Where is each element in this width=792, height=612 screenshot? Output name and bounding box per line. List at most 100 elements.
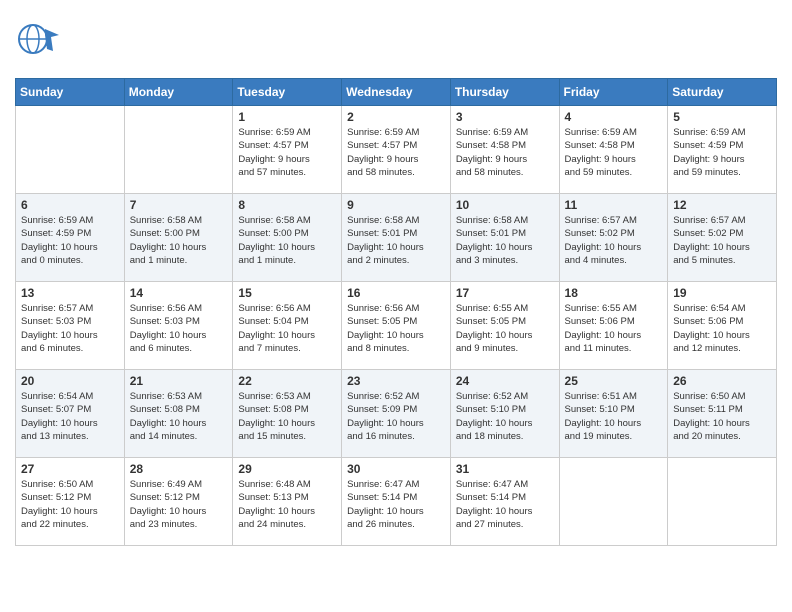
calendar-header-row: SundayMondayTuesdayWednesdayThursdayFrid… bbox=[16, 79, 777, 106]
calendar-day-cell: 22 Sunrise: 6:53 AMSunset: 5:08 PMDayligh… bbox=[233, 370, 342, 458]
calendar-day-cell: 13 Sunrise: 6:57 AMSunset: 5:03 PMDayligh… bbox=[16, 282, 125, 370]
calendar-day-cell: 7 Sunrise: 6:58 AMSunset: 5:00 PMDaylight… bbox=[124, 194, 233, 282]
calendar-day-cell: 28 Sunrise: 6:49 AMSunset: 5:12 PMDayligh… bbox=[124, 458, 233, 546]
logo-icon bbox=[15, 15, 63, 63]
calendar-day-cell: 25Sunrise: 6:51 AMSunset: 5:10 PMDayligh… bbox=[559, 370, 668, 458]
day-number: 31 bbox=[456, 462, 554, 476]
calendar-day-cell: 19 Sunrise: 6:54 AMSunset: 5:06 PMDayligh… bbox=[668, 282, 777, 370]
calendar-day-cell: 26 Sunrise: 6:50 AMSunset: 5:11 PMDayligh… bbox=[668, 370, 777, 458]
calendar-week-row: 6 Sunrise: 6:59 AMSunset: 4:59 PMDaylight… bbox=[16, 194, 777, 282]
day-number: 2 bbox=[347, 110, 445, 124]
day-info: Sunrise: 6:58 AMSunset: 5:00 PMDaylight:… bbox=[130, 214, 228, 267]
calendar-day-cell: 10 Sunrise: 6:58 AMSunset: 5:01 PMDayligh… bbox=[450, 194, 559, 282]
calendar-day-cell: 24 Sunrise: 6:52 AMSunset: 5:10 PMDayligh… bbox=[450, 370, 559, 458]
day-info: Sunrise: 6:59 AMSunset: 4:58 PMDaylight:… bbox=[565, 126, 663, 179]
calendar-day-cell: 11 Sunrise: 6:57 AMSunset: 5:02 PMDayligh… bbox=[559, 194, 668, 282]
day-number: 18 bbox=[565, 286, 663, 300]
calendar-day-cell: 1 Sunrise: 6:59 AMSunset: 4:57 PMDaylight… bbox=[233, 106, 342, 194]
calendar-table: SundayMondayTuesdayWednesdayThursdayFrid… bbox=[15, 78, 777, 546]
calendar-day-header: Thursday bbox=[450, 79, 559, 106]
day-number: 13 bbox=[21, 286, 119, 300]
day-number: 19 bbox=[673, 286, 771, 300]
day-number: 28 bbox=[130, 462, 228, 476]
day-info: Sunrise: 6:58 AMSunset: 5:01 PMDaylight:… bbox=[456, 214, 554, 267]
calendar-day-header: Wednesday bbox=[342, 79, 451, 106]
calendar-day-cell: 4Sunrise: 6:59 AMSunset: 4:58 PMDaylight… bbox=[559, 106, 668, 194]
calendar-day-cell: 31 Sunrise: 6:47 AMSunset: 5:14 PMDayligh… bbox=[450, 458, 559, 546]
calendar-day-cell: 27 Sunrise: 6:50 AMSunset: 5:12 PMDayligh… bbox=[16, 458, 125, 546]
day-number: 12 bbox=[673, 198, 771, 212]
calendar-day-cell: 21 Sunrise: 6:53 AMSunset: 5:08 PMDayligh… bbox=[124, 370, 233, 458]
day-number: 20 bbox=[21, 374, 119, 388]
calendar-day-header: Saturday bbox=[668, 79, 777, 106]
calendar-day-cell bbox=[559, 458, 668, 546]
day-info: Sunrise: 6:53 AMSunset: 5:08 PMDaylight:… bbox=[130, 390, 228, 443]
day-info: Sunrise: 6:50 AMSunset: 5:11 PMDaylight:… bbox=[673, 390, 771, 443]
day-info: Sunrise: 6:58 AMSunset: 5:00 PMDaylight:… bbox=[238, 214, 336, 267]
day-number: 29 bbox=[238, 462, 336, 476]
day-info: Sunrise: 6:49 AMSunset: 5:12 PMDaylight:… bbox=[130, 478, 228, 531]
calendar-day-cell bbox=[124, 106, 233, 194]
day-number: 14 bbox=[130, 286, 228, 300]
calendar-day-header: Friday bbox=[559, 79, 668, 106]
day-number: 11 bbox=[565, 198, 663, 212]
day-number: 9 bbox=[347, 198, 445, 212]
day-info: Sunrise: 6:59 AMSunset: 4:57 PMDaylight:… bbox=[238, 126, 336, 179]
calendar-day-cell: 5Sunrise: 6:59 AMSunset: 4:59 PMDaylight… bbox=[668, 106, 777, 194]
calendar-day-header: Tuesday bbox=[233, 79, 342, 106]
day-info: Sunrise: 6:54 AMSunset: 5:07 PMDaylight:… bbox=[21, 390, 119, 443]
day-info: Sunrise: 6:52 AMSunset: 5:10 PMDaylight:… bbox=[456, 390, 554, 443]
calendar-day-cell: 23Sunrise: 6:52 AMSunset: 5:09 PMDayligh… bbox=[342, 370, 451, 458]
day-number: 1 bbox=[238, 110, 336, 124]
day-info: Sunrise: 6:56 AMSunset: 5:04 PMDaylight:… bbox=[238, 302, 336, 355]
day-number: 22 bbox=[238, 374, 336, 388]
calendar-day-cell: 9 Sunrise: 6:58 AMSunset: 5:01 PMDaylight… bbox=[342, 194, 451, 282]
day-number: 3 bbox=[456, 110, 554, 124]
day-info: Sunrise: 6:50 AMSunset: 5:12 PMDaylight:… bbox=[21, 478, 119, 531]
day-info: Sunrise: 6:48 AMSunset: 5:13 PMDaylight:… bbox=[238, 478, 336, 531]
day-number: 7 bbox=[130, 198, 228, 212]
calendar-week-row: 13 Sunrise: 6:57 AMSunset: 5:03 PMDayligh… bbox=[16, 282, 777, 370]
calendar-week-row: 1 Sunrise: 6:59 AMSunset: 4:57 PMDaylight… bbox=[16, 106, 777, 194]
calendar-week-row: 20 Sunrise: 6:54 AMSunset: 5:07 PMDayligh… bbox=[16, 370, 777, 458]
day-number: 16 bbox=[347, 286, 445, 300]
day-number: 10 bbox=[456, 198, 554, 212]
day-number: 24 bbox=[456, 374, 554, 388]
calendar-day-header: Sunday bbox=[16, 79, 125, 106]
calendar-day-header: Monday bbox=[124, 79, 233, 106]
day-number: 8 bbox=[238, 198, 336, 212]
calendar-day-cell bbox=[668, 458, 777, 546]
calendar-day-cell: 30Sunrise: 6:47 AMSunset: 5:14 PMDayligh… bbox=[342, 458, 451, 546]
day-info: Sunrise: 6:53 AMSunset: 5:08 PMDaylight:… bbox=[238, 390, 336, 443]
calendar-day-cell: 3Sunrise: 6:59 AMSunset: 4:58 PMDaylight… bbox=[450, 106, 559, 194]
day-number: 17 bbox=[456, 286, 554, 300]
calendar-day-cell: 2 Sunrise: 6:59 AMSunset: 4:57 PMDaylight… bbox=[342, 106, 451, 194]
day-info: Sunrise: 6:59 AMSunset: 4:59 PMDaylight:… bbox=[673, 126, 771, 179]
day-number: 27 bbox=[21, 462, 119, 476]
day-info: Sunrise: 6:47 AMSunset: 5:14 PMDaylight:… bbox=[456, 478, 554, 531]
calendar-day-cell: 12Sunrise: 6:57 AMSunset: 5:02 PMDayligh… bbox=[668, 194, 777, 282]
day-info: Sunrise: 6:55 AMSunset: 5:05 PMDaylight:… bbox=[456, 302, 554, 355]
calendar-week-row: 27 Sunrise: 6:50 AMSunset: 5:12 PMDayligh… bbox=[16, 458, 777, 546]
day-number: 6 bbox=[21, 198, 119, 212]
day-info: Sunrise: 6:56 AMSunset: 5:05 PMDaylight:… bbox=[347, 302, 445, 355]
calendar-day-cell: 14 Sunrise: 6:56 AMSunset: 5:03 PMDayligh… bbox=[124, 282, 233, 370]
day-info: Sunrise: 6:57 AMSunset: 5:03 PMDaylight:… bbox=[21, 302, 119, 355]
calendar-day-cell: 6 Sunrise: 6:59 AMSunset: 4:59 PMDaylight… bbox=[16, 194, 125, 282]
calendar-day-cell: 16 Sunrise: 6:56 AMSunset: 5:05 PMDayligh… bbox=[342, 282, 451, 370]
day-number: 23 bbox=[347, 374, 445, 388]
calendar-day-cell: 15Sunrise: 6:56 AMSunset: 5:04 PMDayligh… bbox=[233, 282, 342, 370]
day-number: 21 bbox=[130, 374, 228, 388]
calendar-day-cell bbox=[16, 106, 125, 194]
day-info: Sunrise: 6:58 AMSunset: 5:01 PMDaylight:… bbox=[347, 214, 445, 267]
day-info: Sunrise: 6:56 AMSunset: 5:03 PMDaylight:… bbox=[130, 302, 228, 355]
day-info: Sunrise: 6:59 AMSunset: 4:57 PMDaylight:… bbox=[347, 126, 445, 179]
day-info: Sunrise: 6:47 AMSunset: 5:14 PMDaylight:… bbox=[347, 478, 445, 531]
day-info: Sunrise: 6:54 AMSunset: 5:06 PMDaylight:… bbox=[673, 302, 771, 355]
calendar-day-cell: 20 Sunrise: 6:54 AMSunset: 5:07 PMDayligh… bbox=[16, 370, 125, 458]
day-info: Sunrise: 6:55 AMSunset: 5:06 PMDaylight:… bbox=[565, 302, 663, 355]
day-info: Sunrise: 6:59 AMSunset: 4:59 PMDaylight:… bbox=[21, 214, 119, 267]
day-number: 26 bbox=[673, 374, 771, 388]
calendar-day-cell: 8 Sunrise: 6:58 AMSunset: 5:00 PMDaylight… bbox=[233, 194, 342, 282]
day-info: Sunrise: 6:57 AMSunset: 5:02 PMDaylight:… bbox=[565, 214, 663, 267]
